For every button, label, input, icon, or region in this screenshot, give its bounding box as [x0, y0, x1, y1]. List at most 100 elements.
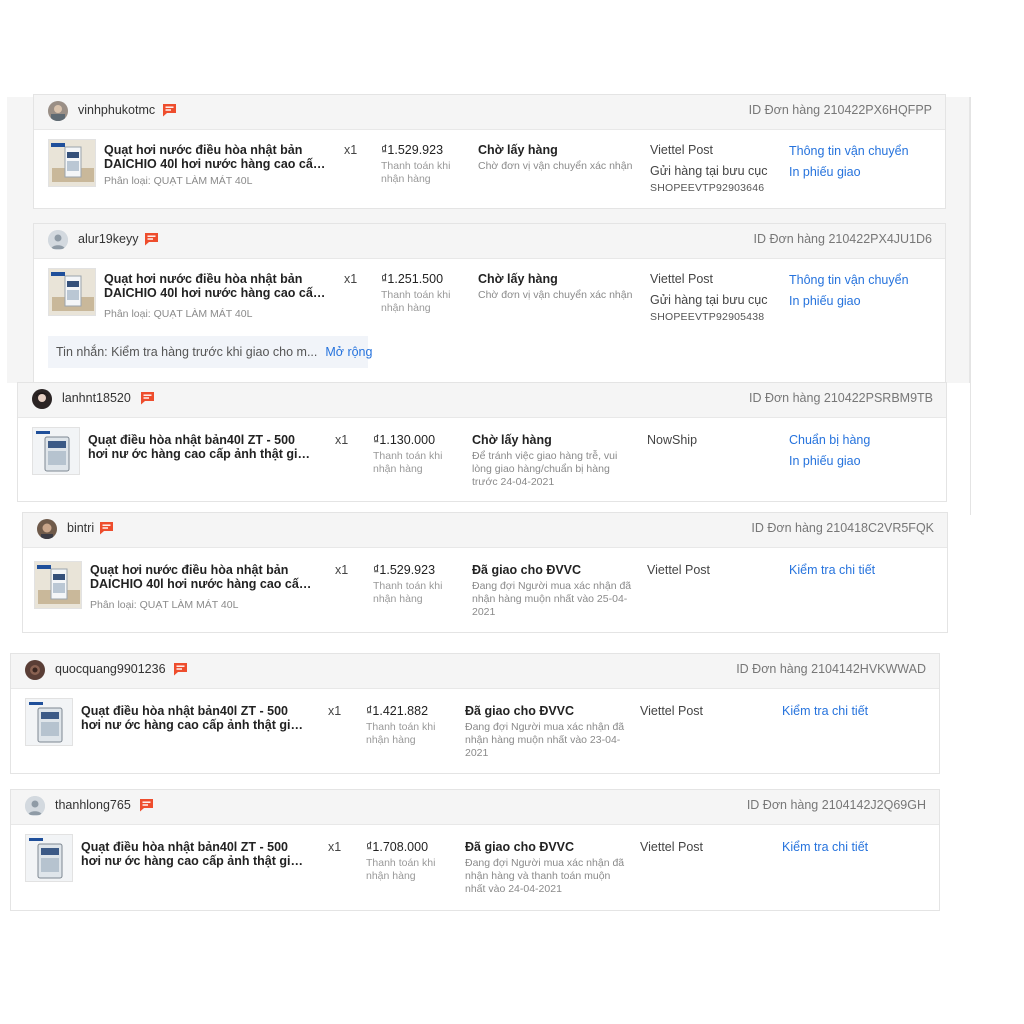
shipping-carrier: Viettel Post: [650, 143, 714, 157]
order-id: ID Đơn hàng 210418C2VR5FQK: [751, 521, 934, 535]
order-price: ₫1.708.000: [366, 840, 429, 854]
shipping-carrier: Viettel Post: [640, 840, 704, 854]
shipping-carrier: Viettel Post: [640, 704, 704, 718]
quantity: x1: [344, 272, 358, 286]
product-variant: Phân loại: QUẠT LÀM MÁT 40L: [90, 599, 239, 611]
shipping-carrier: Viettel Post: [647, 563, 711, 577]
avatar[interactable]: [25, 796, 45, 816]
product-variant: Phân loại: QUẠT LÀM MÁT 40L: [104, 308, 253, 320]
payment-method: Thanh toán khi nhận hàng: [366, 721, 436, 746]
payment-method: Thanh toán khi nhận hàng: [366, 857, 436, 882]
order-header: alur19keyy ID Đơn hàng 210422PX4JU1D6: [34, 224, 945, 259]
buyer-message-text: Tin nhắn: Kiểm tra hàng trước khi giao c…: [56, 345, 318, 359]
order-id: ID Đơn hàng 210422PX6HQFPP: [748, 103, 932, 117]
status-note: Để tránh việc giao hàng trễ, vui lòng gi…: [472, 450, 618, 488]
avatar[interactable]: [48, 230, 68, 250]
view-details-link[interactable]: Kiểm tra chi tiết: [782, 704, 868, 718]
status-note: Chờ đơn vị vận chuyển xác nhận: [478, 289, 633, 301]
view-details-link[interactable]: Kiểm tra chi tiết: [789, 563, 875, 577]
order-header: vinhphukotmc ID Đơn hàng 210422PX6HQFPP: [34, 95, 945, 130]
quantity: x1: [328, 840, 342, 854]
avatar[interactable]: [37, 519, 57, 539]
product-name[interactable]: Quạt hơi nước điều hòa nhật bản DAICHIO …: [90, 563, 315, 591]
quantity: x1: [335, 563, 349, 577]
order-header: thanhlong765 ID Đơn hàng 2104142J2Q69GH: [11, 790, 939, 825]
payment-method: Thanh toán khi nhận hàng: [373, 450, 443, 475]
chat-bubble-icon[interactable]: [162, 103, 177, 117]
payment-method: Thanh toán khi nhận hàng: [381, 289, 451, 314]
chat-bubble-icon[interactable]: [140, 391, 155, 405]
order-price: ₫1.421.882: [366, 704, 429, 718]
quantity: x1: [328, 704, 342, 718]
scroll-track: [970, 97, 971, 515]
shipping-method: Gửi hàng tại bưu cục: [650, 293, 768, 307]
order-card: lanhnt18520 ID Đơn hàng 210422PSRBM9TB Q…: [17, 382, 947, 502]
order-card: thanhlong765 ID Đơn hàng 2104142J2Q69GH …: [10, 789, 940, 911]
order-status: Đã giao cho ĐVVC: [465, 840, 575, 854]
quantity: x1: [335, 433, 349, 447]
chat-bubble-icon[interactable]: [139, 798, 154, 812]
prepare-goods-link[interactable]: Chuẩn bị hàng: [789, 433, 870, 447]
order-status: Chờ lấy hàng: [478, 272, 558, 286]
shipping-info-link[interactable]: Thông tin vận chuyển: [789, 273, 909, 287]
quantity: x1: [344, 143, 358, 157]
expand-message-link[interactable]: Mở rộng: [325, 345, 372, 359]
order-price: ₫1.251.500: [381, 272, 444, 286]
status-note: Chờ đơn vị vận chuyển xác nhận: [478, 160, 633, 172]
shipping-carrier: NowShip: [647, 433, 698, 447]
buyer-username[interactable]: quocquang9901236: [55, 662, 166, 676]
order-price: ₫1.529.923: [381, 143, 444, 157]
avatar[interactable]: [25, 660, 45, 680]
product-thumbnail[interactable]: [25, 834, 73, 882]
buyer-username[interactable]: lanhnt18520: [62, 391, 131, 405]
product-thumbnail[interactable]: [48, 268, 96, 316]
tracking-number: SHOPEEVTP92903646: [650, 182, 765, 194]
product-thumbnail[interactable]: [48, 139, 96, 187]
buyer-username[interactable]: bintri: [67, 521, 94, 535]
view-details-link[interactable]: Kiểm tra chi tiết: [782, 840, 868, 854]
print-waybill-link[interactable]: In phiếu giao: [789, 165, 861, 179]
chat-bubble-icon[interactable]: [173, 662, 188, 676]
buyer-username[interactable]: vinhphukotmc: [78, 103, 155, 117]
payment-method: Thanh toán khi nhận hàng: [381, 160, 451, 185]
product-name[interactable]: Quạt điều hòa nhật bản40l ZT - 500 hơi n…: [88, 433, 313, 461]
buyer-username[interactable]: alur19keyy: [78, 232, 138, 246]
order-status: Chờ lấy hàng: [478, 143, 558, 157]
chat-bubble-icon[interactable]: [99, 521, 114, 535]
order-card: bintri ID Đơn hàng 210418C2VR5FQK Quạt h…: [22, 512, 948, 633]
chat-bubble-icon[interactable]: [144, 232, 159, 246]
product-thumbnail[interactable]: [34, 561, 82, 609]
product-thumbnail[interactable]: [32, 427, 80, 475]
tracking-number: SHOPEEVTP92905438: [650, 311, 765, 323]
product-name[interactable]: Quạt hơi nước điều hòa nhật bản DAICHIO …: [104, 143, 329, 171]
order-status: Chờ lấy hàng: [472, 433, 552, 447]
shipping-info-link[interactable]: Thông tin vận chuyển: [789, 144, 909, 158]
order-price: ₫1.130.000: [373, 433, 436, 447]
status-note: Đang đợi Người mua xác nhận đã nhận hàng…: [465, 721, 625, 759]
status-note: Đang đợi Người mua xác nhận đã nhận hàng…: [465, 857, 625, 895]
product-name[interactable]: Quạt điều hòa nhật bản40l ZT - 500 hơi n…: [81, 840, 306, 868]
order-header: quocquang9901236 ID Đơn hàng 2104142HVKW…: [11, 654, 939, 689]
shipping-method: Gửi hàng tại bưu cục: [650, 164, 768, 178]
order-id: ID Đơn hàng 2104142J2Q69GH: [746, 798, 926, 812]
product-name[interactable]: Quạt điều hòa nhật bản40l ZT - 500 hơi n…: [81, 704, 306, 732]
buyer-username[interactable]: thanhlong765: [55, 798, 131, 812]
avatar[interactable]: [32, 389, 52, 409]
order-card: vinhphukotmc ID Đơn hàng 210422PX6HQFPP …: [33, 94, 946, 209]
print-waybill-link[interactable]: In phiếu giao: [789, 454, 861, 468]
buyer-message: Tin nhắn: Kiểm tra hàng trước khi giao c…: [48, 336, 372, 368]
order-status: Đã giao cho ĐVVC: [465, 704, 575, 718]
order-card: alur19keyy ID Đơn hàng 210422PX4JU1D6 Qu…: [33, 223, 946, 383]
product-variant: Phân loại: QUẠT LÀM MÁT 40L: [104, 175, 253, 187]
status-note: Đang đợi Người mua xác nhận đã nhận hàng…: [472, 580, 632, 618]
payment-method: Thanh toán khi nhận hàng: [373, 580, 443, 605]
print-waybill-link[interactable]: In phiếu giao: [789, 294, 861, 308]
product-thumbnail[interactable]: [25, 698, 73, 746]
order-status: Đã giao cho ĐVVC: [472, 563, 582, 577]
order-card: quocquang9901236 ID Đơn hàng 2104142HVKW…: [10, 653, 940, 774]
product-name[interactable]: Quạt hơi nước điều hòa nhật bản DAICHIO …: [104, 272, 329, 300]
avatar[interactable]: [48, 101, 68, 121]
order-id: ID Đơn hàng 210422PX4JU1D6: [753, 232, 932, 246]
order-price: ₫1.529.923: [373, 563, 436, 577]
order-header: lanhnt18520 ID Đơn hàng 210422PSRBM9TB: [18, 383, 946, 418]
